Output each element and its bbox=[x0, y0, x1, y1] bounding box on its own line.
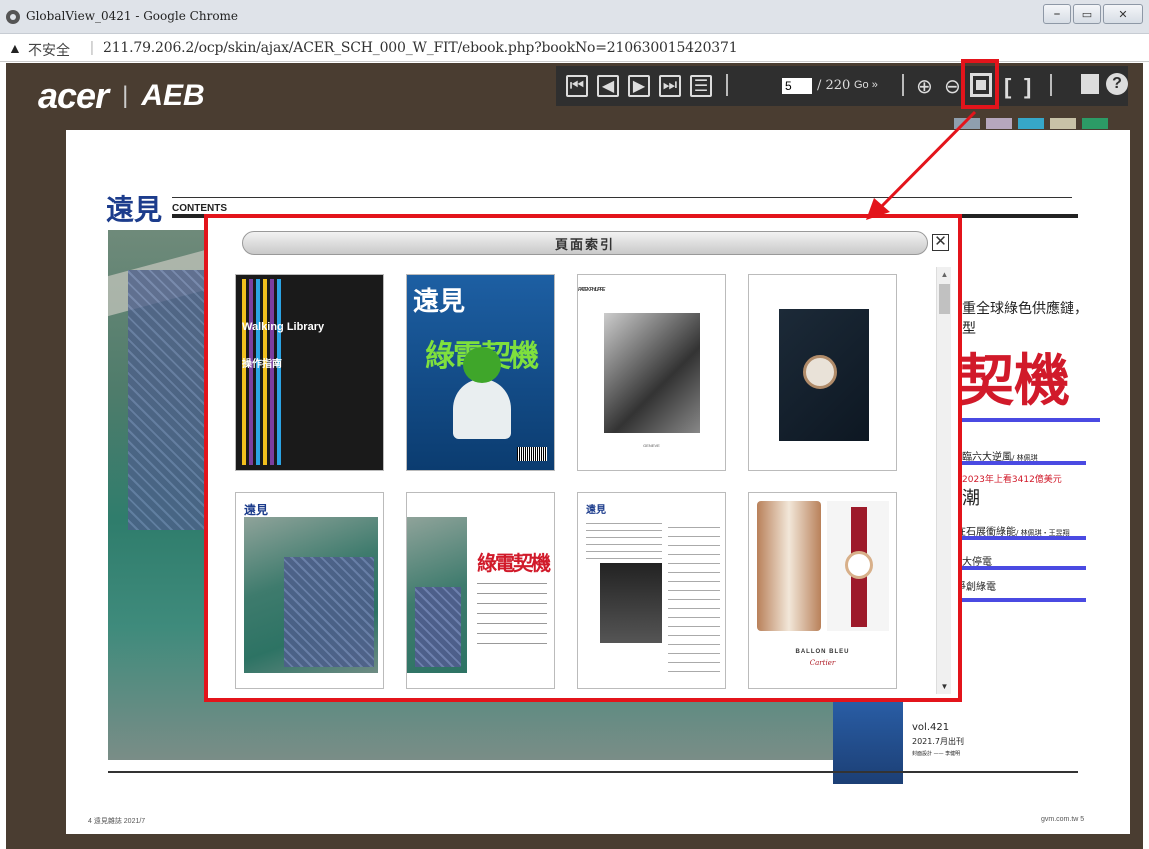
address-bar[interactable]: ▲ 不安全 | 211.79.206.2/ocp/skin/ajax/ACER_… bbox=[0, 34, 1149, 62]
thumb-text-lines bbox=[586, 523, 662, 559]
page-total: / 220 bbox=[817, 78, 851, 93]
scroll-thumb[interactable] bbox=[939, 284, 950, 314]
brand-logo: acer | AEB bbox=[38, 75, 205, 117]
last-page-icon[interactable]: ⏭ bbox=[659, 75, 681, 97]
page-thumbnail-5[interactable]: 遠見 bbox=[235, 492, 384, 689]
dialog-scrollbar[interactable]: ▲ ▼ bbox=[936, 267, 951, 694]
divider-line bbox=[108, 771, 1078, 773]
toolbar-divider bbox=[902, 74, 904, 96]
table-of-contents-icon[interactable]: ☰ bbox=[690, 75, 712, 97]
article-item-6: 爭創綠電 bbox=[956, 582, 996, 593]
thumb-watch-face bbox=[845, 551, 873, 579]
divider-line bbox=[172, 197, 1072, 198]
page-index-dialog: 頁面索引 ✕ Walking Library 操作指南 遠見 綠電契機 PATE… bbox=[204, 214, 962, 702]
thumb-watch bbox=[803, 355, 837, 389]
thumb-caption: GENEVE bbox=[643, 443, 660, 448]
thumb-text-lines bbox=[668, 527, 720, 677]
page-thumbnail-6[interactable]: 綠電契機 bbox=[406, 492, 555, 689]
highlight-box bbox=[961, 59, 999, 109]
url-text[interactable]: 211.79.206.2/ocp/skin/ajax/ACER_SCH_000_… bbox=[103, 40, 738, 56]
theme-swatch[interactable] bbox=[1018, 118, 1044, 129]
page-footer-right: gvm.com.tw 5 bbox=[1041, 816, 1085, 823]
fit-width-right-icon[interactable]: ] bbox=[1024, 74, 1031, 100]
window-title: GlobalView_0421 - Google Chrome bbox=[26, 9, 239, 23]
address-separator: | bbox=[90, 39, 94, 56]
thumb-logo: 遠見 bbox=[586, 505, 606, 516]
theme-swatch[interactable] bbox=[986, 118, 1012, 129]
acer-logo: acer bbox=[38, 75, 109, 116]
thumb-portrait bbox=[600, 563, 662, 643]
dialog-close-button[interactable]: ✕ bbox=[932, 234, 949, 251]
warning-icon[interactable]: ▲ bbox=[8, 40, 22, 56]
thumb-logo: Cartier bbox=[809, 659, 836, 667]
scroll-up-icon[interactable]: ▲ bbox=[937, 267, 952, 282]
insecure-label[interactable]: 不安全 bbox=[28, 40, 70, 60]
thumb-watch-side bbox=[757, 501, 821, 631]
page-thumbnail-2[interactable]: 遠見 綠電契機 bbox=[406, 274, 555, 471]
thumb-photo bbox=[407, 517, 467, 673]
cover-credit: 封面設計 —— 李健明 bbox=[912, 751, 961, 757]
viewer-toolbar: ⏮ ◀ ▶ ⏭ ☰ / 220 Go » ⊕ ⊖ [ ] ? bbox=[556, 66, 1128, 106]
volume-number: vol.421 bbox=[912, 722, 950, 733]
toolbar-divider bbox=[1050, 74, 1052, 96]
page-number-input[interactable] bbox=[782, 78, 812, 94]
big-title: 契機 bbox=[958, 348, 1070, 414]
minimize-button[interactable]: ⎯ bbox=[1043, 4, 1071, 24]
thumb-brand: PATEK PHILIPPE bbox=[578, 287, 605, 293]
headline-line-1: 重全球綠色供應鏈， bbox=[962, 301, 1088, 317]
page-thumbnail-1[interactable]: Walking Library 操作指南 bbox=[235, 274, 384, 471]
page-thumbnail-4[interactable] bbox=[748, 274, 897, 471]
chrome-logo-icon bbox=[6, 10, 20, 24]
brand-separator: | bbox=[122, 82, 128, 109]
toolbar-divider bbox=[726, 74, 728, 96]
theme-swatch[interactable] bbox=[1082, 118, 1108, 129]
thumb-brand: BALLON BLEU bbox=[795, 649, 850, 655]
thumb-title: Walking Library bbox=[242, 321, 325, 333]
zoom-in-icon[interactable]: ⊕ bbox=[916, 74, 933, 99]
article-item-3: 潮 bbox=[962, 488, 980, 509]
scroll-down-icon[interactable]: ▼ bbox=[937, 679, 952, 694]
page-thumbnail-3[interactable]: PATEK PHILIPPE GENEVE bbox=[577, 274, 726, 471]
contents-label: CONTENTS bbox=[172, 203, 227, 214]
page-thumbnail-8[interactable]: BALLON BLEU Cartier bbox=[748, 492, 897, 689]
zoom-out-icon[interactable]: ⊖ bbox=[944, 74, 961, 99]
thumb-title: 綠電契機 bbox=[477, 551, 551, 575]
issue-date: 2021.7月出刊 bbox=[912, 737, 964, 746]
print-icon[interactable] bbox=[1081, 74, 1099, 94]
thumb-text-lines bbox=[477, 583, 547, 653]
thumb-solar-panels bbox=[284, 557, 374, 667]
close-window-button[interactable]: ✕ bbox=[1103, 4, 1143, 24]
magazine-logo: 遠見 bbox=[106, 193, 163, 226]
window-titlebar: GlobalView_0421 - Google Chrome ⎯ ▭ ✕ bbox=[0, 0, 1149, 34]
thumb-subtitle: 操作指南 bbox=[242, 359, 282, 370]
help-icon[interactable]: ? bbox=[1106, 73, 1128, 95]
thumb-decoration bbox=[242, 279, 282, 465]
go-button[interactable]: Go » bbox=[854, 79, 878, 91]
thumb-logo: 遠見 bbox=[413, 287, 466, 317]
aeb-logo: AEB bbox=[141, 79, 205, 112]
restore-button[interactable]: ▭ bbox=[1073, 4, 1101, 24]
page-footer-left: 4 遠見雜誌 2021/7 bbox=[88, 818, 146, 825]
headline-line-2: 型 bbox=[962, 321, 976, 337]
next-page-icon[interactable]: ▶ bbox=[628, 75, 650, 97]
theme-swatch[interactable] bbox=[954, 118, 980, 129]
previous-page-icon[interactable]: ◀ bbox=[597, 75, 619, 97]
thumb-solar-panels bbox=[415, 587, 461, 667]
thumb-barcode bbox=[517, 447, 547, 461]
theme-swatches bbox=[954, 118, 1108, 129]
fit-width-left-icon[interactable]: [ bbox=[1004, 74, 1011, 100]
dialog-title: 頁面索引 bbox=[242, 231, 928, 255]
first-page-icon[interactable]: ⏮ bbox=[566, 75, 588, 97]
thumb-logo: 遠見 bbox=[244, 503, 269, 517]
thumb-photo bbox=[244, 517, 378, 673]
thumb-photo bbox=[604, 313, 700, 433]
window-controls: ⎯ ▭ ✕ bbox=[1043, 4, 1143, 24]
thumb-bulb-illustration bbox=[453, 347, 511, 439]
theme-swatch[interactable] bbox=[1050, 118, 1076, 129]
thumbnail-grid: Walking Library 操作指南 遠見 綠電契機 PATEK PHILI… bbox=[219, 267, 932, 694]
page-thumbnail-7[interactable]: 遠見 bbox=[577, 492, 726, 689]
